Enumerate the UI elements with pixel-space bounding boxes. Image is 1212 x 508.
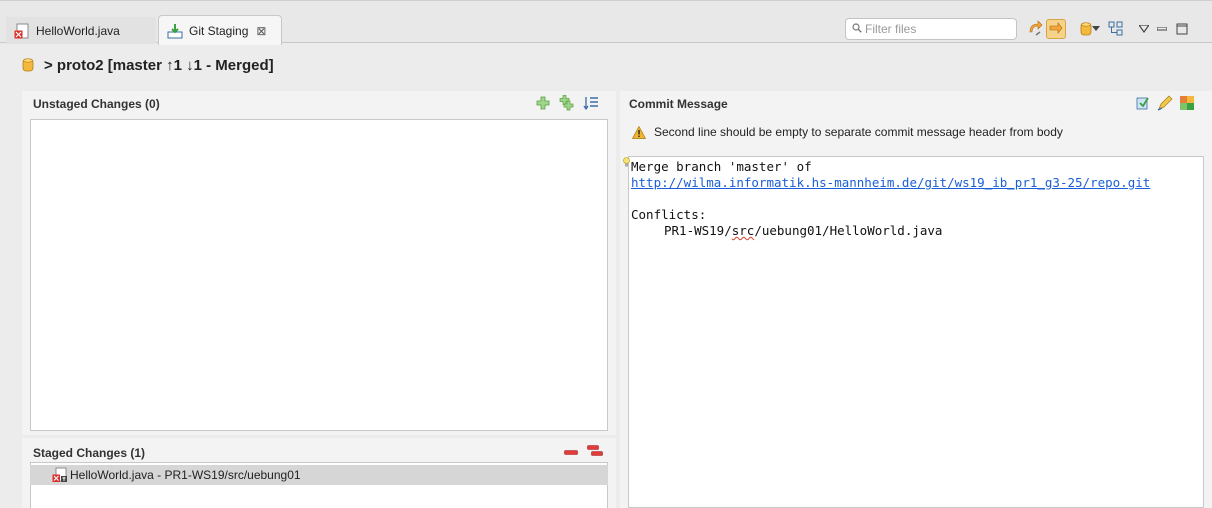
commit-line-blank [631,191,1203,207]
commit-repo-link[interactable]: http://wilma.informatik.hs-mannheim.de/g… [631,175,1203,191]
java-file-conflict-icon [52,467,68,483]
maximize-icon[interactable] [1172,19,1192,39]
list-item[interactable]: HelloWorld.java - PR1-WS19/src/uebung01 [30,465,608,485]
minimize-icon[interactable] [1152,19,1172,39]
commit-message-textarea[interactable]: Merge branch 'master' of http://wilma.in… [623,156,1204,508]
repository-label: > proto2 [master ↑1 ↓1 - Merged] [44,56,274,74]
repository-header: > proto2 [master ↑1 ↓1 - Merged] [22,53,274,77]
conflict-path-suffix: /uebung01/HelloWorld.java [754,223,943,238]
java-file-icon [14,23,30,39]
tree-layout-icon[interactable] [1106,19,1126,39]
tab-label: HelloWorld.java [36,23,120,38]
lightbulb-icon [623,157,630,173]
stage-all-icon[interactable] [558,94,576,112]
tab-git-staging[interactable]: Git Staging ⊠ [158,15,282,45]
amend-commit-icon[interactable] [1134,94,1152,112]
unstaged-changes-list[interactable] [30,119,608,431]
filter-placeholder: Filter files [865,22,917,36]
sync-icon[interactable] [1026,19,1046,39]
commit-line-1: Merge branch 'master' of [631,159,812,174]
commit-warning: Second line should be empty to separate … [631,125,1063,139]
git-staging-icon [167,23,183,39]
unstaged-changes-title: Unstaged Changes (0) [33,97,160,111]
close-icon[interactable]: ⊠ [256,24,266,38]
list-item-label: HelloWorld.java - PR1-WS19/src/uebung01 [70,468,301,482]
editor-tab-bar: HelloWorld.java Git Staging ⊠ Filter fil… [0,0,1212,45]
conflict-path-prefix: PR1-WS19/ [664,223,732,238]
warning-icon [631,125,647,139]
commit-message-panel: Commit Message Second line should be emp… [620,91,1212,508]
commit-line-conflict-file: PR1-WS19/src/uebung01/HelloWorld.java [631,223,1203,239]
add-change-id-icon[interactable] [1178,94,1196,112]
unstage-all-icon[interactable] [586,442,604,460]
stage-selected-icon[interactable] [534,94,552,112]
conflict-path-src: src [731,223,755,238]
unstage-selected-icon[interactable] [562,444,580,462]
filter-files-input[interactable]: Filter files [845,18,1017,40]
tab-helloworld-java[interactable]: HelloWorld.java [6,17,156,44]
staged-changes-title: Staged Changes (1) [33,446,146,460]
sort-icon[interactable] [582,94,600,112]
search-icon [852,22,862,36]
commit-message-title: Commit Message [629,97,728,111]
sign-off-icon[interactable] [1156,94,1174,112]
staged-changes-panel: Staged Changes (1) HelloWorld.java - PR1… [22,438,616,508]
repository-icon [22,57,34,73]
chevron-down-icon[interactable] [1090,19,1102,39]
warning-text: Second line should be empty to separate … [654,125,1063,139]
unstaged-changes-panel: Unstaged Changes (0) [22,91,616,435]
commit-line-conflicts: Conflicts: [631,207,707,222]
link-with-selection-icon[interactable] [1046,19,1066,39]
view-menu-icon[interactable] [1134,19,1154,39]
tab-label: Git Staging [189,23,249,38]
